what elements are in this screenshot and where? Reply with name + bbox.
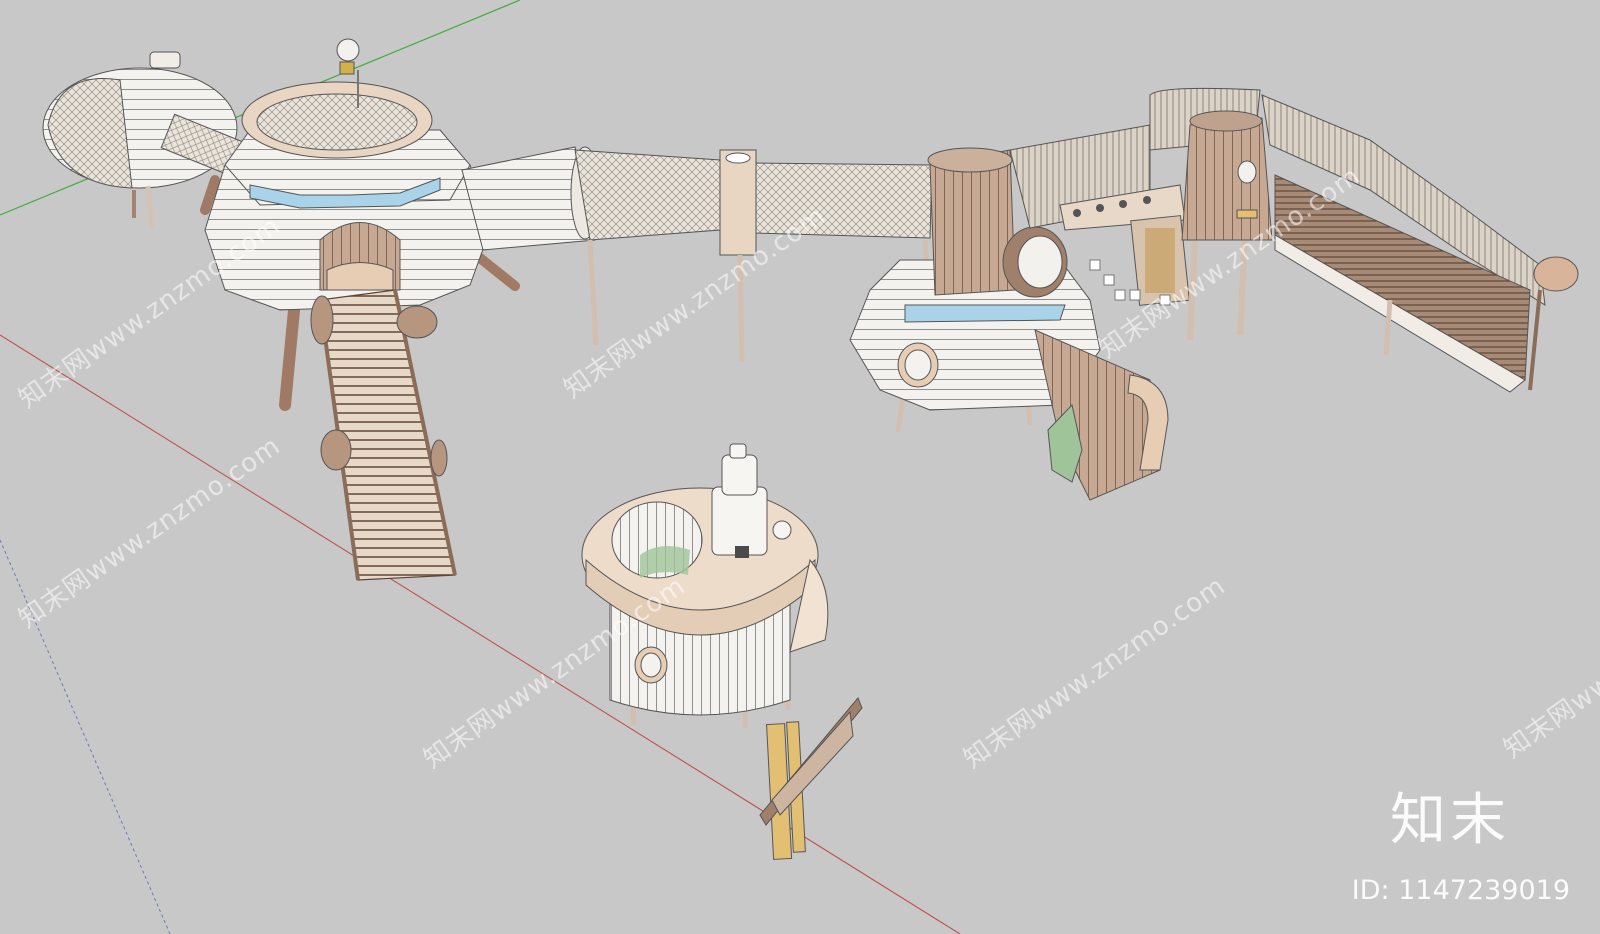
middle-tunnel — [1034, 329, 1161, 501]
bottom-round-tower — [581, 443, 829, 728]
sketchup-viewport[interactable]: 知末网www.znzmo.com 知末网www.znzmo.com 知末网www… — [0, 0, 1600, 934]
sign-post — [759, 697, 863, 860]
image-id-label: ID: 1147239019 — [1351, 875, 1570, 906]
brand-logo-text: 知末 — [1390, 788, 1510, 853]
main-dome-ladder — [310, 289, 457, 581]
right-staircase — [1261, 94, 1579, 393]
